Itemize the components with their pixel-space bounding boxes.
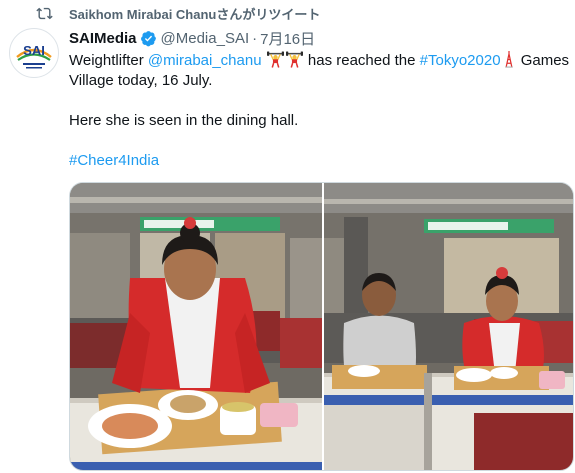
photo-dining-hall-athlete[interactable] bbox=[70, 183, 322, 470]
photo-dining-hall-athlete-coach[interactable] bbox=[324, 183, 573, 470]
tweet-body: Weightlifter @mirabai_chanu has reached … bbox=[69, 51, 573, 171]
user-handle[interactable]: @Media_SAI bbox=[161, 30, 250, 47]
weightlifter-icon bbox=[285, 51, 303, 68]
separator-dot: · bbox=[252, 29, 258, 47]
media-grid bbox=[69, 182, 574, 471]
hashtag-link[interactable]: #Tokyo2020 bbox=[420, 52, 501, 69]
retweet-context[interactable]: Saikhom Mirabai Chanuさんがリツイート bbox=[36, 3, 320, 23]
tweet-line-2: Here she is seen in the dining hall. bbox=[69, 112, 299, 129]
text-segment: Weightlifter bbox=[69, 52, 148, 69]
tweet-date[interactable]: 7月16日 bbox=[260, 28, 315, 49]
hashtag-link[interactable]: #Cheer4India bbox=[69, 152, 159, 169]
display-name[interactable]: SAIMedia bbox=[69, 30, 137, 47]
retweet-icon bbox=[36, 7, 53, 19]
text-segment: has reached the bbox=[303, 52, 420, 69]
tweet-line-3: #Cheer4India bbox=[69, 151, 573, 171]
tokyo-tower-icon bbox=[504, 51, 513, 68]
svg-text:SAI: SAI bbox=[23, 43, 45, 58]
verified-badge-icon bbox=[140, 30, 156, 46]
mention-link[interactable]: @mirabai_chanu bbox=[148, 52, 262, 69]
tweet-line-1: Weightlifter @mirabai_chanu has reached … bbox=[69, 51, 573, 91]
avatar[interactable]: SAI bbox=[9, 28, 59, 78]
sai-logo-icon: SAI bbox=[11, 30, 57, 76]
tweet-header: SAIMedia @Media_SAI · 7月16日 bbox=[69, 28, 315, 48]
weightlifter-icon bbox=[266, 51, 284, 68]
retweet-label: Saikhom Mirabai Chanuさんがリツイート bbox=[69, 6, 321, 22]
